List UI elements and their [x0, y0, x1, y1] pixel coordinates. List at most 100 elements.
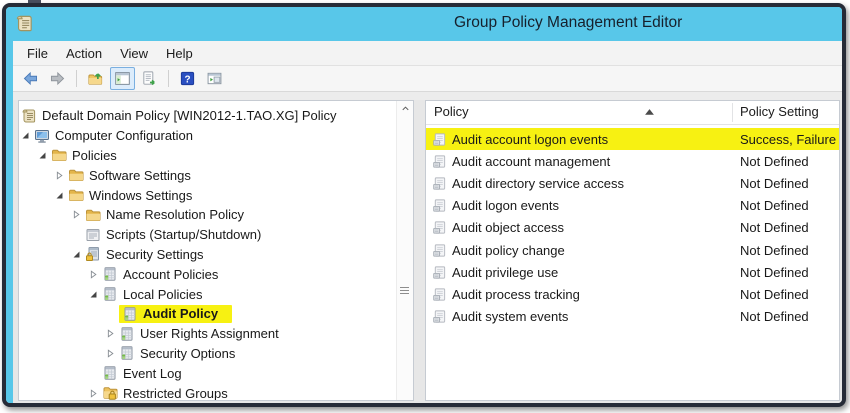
policy-item-icon — [432, 154, 447, 169]
policy-table-icon — [102, 286, 118, 302]
policy-item-icon — [432, 220, 447, 235]
policy-row[interactable]: Audit account logon events Success, Fail… — [426, 128, 839, 150]
tree-item-label: Policies — [72, 148, 117, 163]
collapsed-arrow-icon[interactable] — [106, 329, 119, 338]
tree-item[interactable]: Security Options — [19, 344, 396, 364]
collapsed-arrow-icon[interactable] — [72, 210, 85, 219]
console-main: Default Domain Policy [WIN2012-1.TAO.XG]… — [13, 100, 842, 403]
menu-bar: FileActionViewHelp — [13, 41, 842, 66]
collapsed-arrow-icon[interactable] — [106, 349, 119, 358]
tree-item[interactable]: Audit Policy — [19, 304, 396, 324]
policy-row[interactable]: Audit system events Not Defined — [426, 306, 839, 328]
tree: Default Domain Policy [WIN2012-1.TAO.XG]… — [19, 101, 396, 400]
list-header: Policy Policy Setting — [426, 101, 839, 125]
security-settings-icon — [85, 246, 101, 262]
tree-item-label: Software Settings — [89, 168, 191, 183]
forward-icon — [49, 70, 66, 87]
folder-icon — [85, 207, 101, 223]
policy-name: Audit object access — [452, 220, 564, 235]
toolbar-substrip — [13, 92, 842, 100]
collapsed-arrow-icon[interactable] — [89, 270, 102, 279]
policy-row[interactable]: Audit directory service access Not Defin… — [426, 172, 839, 194]
export-list-button[interactable] — [137, 67, 162, 90]
help-icon: ? — [179, 70, 196, 87]
expanded-arrow-icon[interactable] — [72, 250, 85, 259]
tree-item-label: Audit Policy — [143, 306, 218, 321]
help-button[interactable]: ? — [175, 67, 200, 90]
chevron-up-icon[interactable] — [397, 101, 413, 116]
policy-row[interactable]: Audit object access Not Defined — [426, 217, 839, 239]
policy-setting: Success, Failure — [740, 132, 836, 147]
tree-item-label: Event Log — [123, 366, 182, 381]
tree-item[interactable]: Policies — [19, 146, 396, 166]
column-header-policy[interactable]: Policy — [434, 104, 469, 119]
tree-item[interactable]: Security Settings — [19, 245, 396, 265]
console-tree-pane: Default Domain Policy [WIN2012-1.TAO.XG]… — [18, 100, 414, 401]
tree-item[interactable]: Account Policies — [19, 264, 396, 284]
policy-name: Audit policy change — [452, 243, 565, 258]
policy-setting: Not Defined — [740, 243, 809, 258]
policy-item-icon — [432, 176, 447, 191]
forward-button[interactable] — [45, 67, 70, 90]
window-title: Group Policy Management Editor — [454, 14, 682, 32]
policy-name: Audit directory service access — [452, 176, 624, 191]
tree-scrollbar[interactable] — [396, 101, 413, 400]
column-divider[interactable] — [732, 103, 733, 122]
folder-icon — [68, 187, 84, 203]
new-window-icon — [206, 70, 223, 87]
menu-file[interactable]: File — [18, 43, 57, 64]
scripts-icon — [85, 227, 101, 243]
column-header-policy-setting[interactable]: Policy Setting — [740, 104, 819, 119]
tree-item[interactable]: Event Log — [19, 363, 396, 383]
policy-row[interactable]: Audit policy change Not Defined — [426, 239, 839, 261]
console-tree-icon — [114, 70, 131, 87]
up-one-level-button[interactable] — [83, 67, 108, 90]
tree-item[interactable]: Windows Settings — [19, 185, 396, 205]
gpo-scroll-icon — [21, 108, 37, 124]
tree-item-label: Local Policies — [123, 287, 203, 302]
tree-item[interactable]: Scripts (Startup/Shutdown) — [19, 225, 396, 245]
tree-item-label: Default Domain Policy [WIN2012-1.TAO.XG]… — [42, 108, 337, 123]
menu-view[interactable]: View — [111, 43, 157, 64]
expanded-arrow-icon[interactable] — [38, 151, 51, 160]
collapsed-arrow-icon[interactable] — [55, 171, 68, 180]
tree-item[interactable]: Computer Configuration — [19, 126, 396, 146]
tree-item-label: User Rights Assignment — [140, 326, 279, 341]
gpo-scroll-icon — [15, 14, 34, 33]
export-list-icon — [141, 70, 158, 87]
tree-item[interactable]: Restricted Groups — [19, 383, 396, 400]
policy-setting: Not Defined — [740, 154, 809, 169]
policy-table-icon — [119, 345, 135, 361]
toolbar: ? — [13, 66, 842, 92]
menu-help[interactable]: Help — [157, 43, 202, 64]
expanded-arrow-icon[interactable] — [89, 290, 102, 299]
tree-item-label: Security Options — [140, 346, 235, 361]
expanded-arrow-icon[interactable] — [21, 131, 34, 140]
title-bar: Group Policy Management Editor — [6, 7, 842, 41]
menu-action[interactable]: Action — [57, 43, 111, 64]
policy-item-icon — [432, 265, 447, 280]
policy-list-pane: Policy Policy Setting Audit account logo… — [425, 100, 840, 401]
collapsed-arrow-icon[interactable] — [89, 389, 102, 398]
tree-item[interactable]: Software Settings — [19, 165, 396, 185]
tree-item[interactable]: User Rights Assignment — [19, 324, 396, 344]
policy-row[interactable]: Audit account management Not Defined — [426, 150, 839, 172]
policy-name: Audit process tracking — [452, 287, 580, 302]
tree-item-label: Account Policies — [123, 267, 218, 282]
tree-item-label: Restricted Groups — [123, 386, 228, 400]
new-window-button[interactable] — [202, 67, 227, 90]
scrollbar-grip[interactable] — [400, 287, 409, 296]
tree-item[interactable]: Local Policies — [19, 284, 396, 304]
svg-text:?: ? — [184, 74, 190, 85]
tree-item[interactable]: Default Domain Policy [WIN2012-1.TAO.XG]… — [19, 106, 396, 126]
policy-table-icon — [102, 266, 118, 282]
policy-row[interactable]: Audit logon events Not Defined — [426, 195, 839, 217]
expanded-arrow-icon[interactable] — [55, 191, 68, 200]
policy-row[interactable]: Audit privilege use Not Defined — [426, 261, 839, 283]
console-tree-button[interactable] — [110, 67, 135, 90]
policy-table-icon — [102, 365, 118, 381]
tree-item[interactable]: Name Resolution Policy — [19, 205, 396, 225]
policy-name: Audit account logon events — [452, 132, 608, 147]
policy-row[interactable]: Audit process tracking Not Defined — [426, 283, 839, 305]
back-button[interactable] — [18, 67, 43, 90]
